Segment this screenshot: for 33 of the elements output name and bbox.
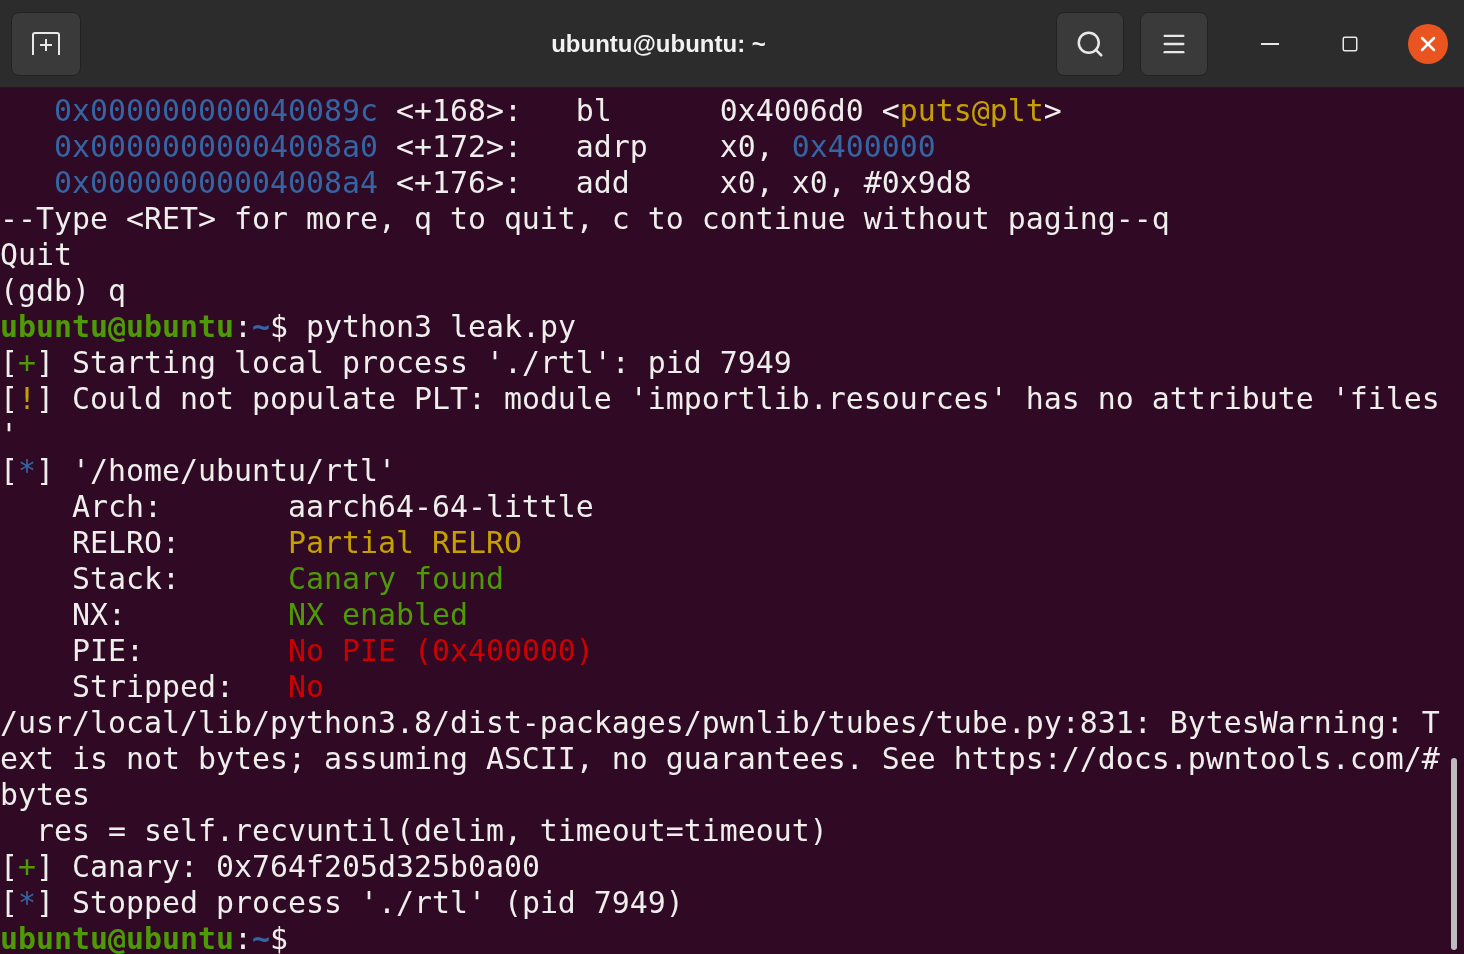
- terminal-line: res = self.recvuntil(delim, timeout=timeout): [35, 813, 828, 849]
- new-tab-icon: [31, 30, 61, 57]
- terminal-line: /usr/local/lib/python3.8/dist-packages/pwnlib/tubes/tube.py:831: BytesWarning: T: [0, 705, 1440, 741]
- terminal-line: (gdb) q: [0, 273, 126, 309]
- terminal-line: bytes: [0, 777, 90, 813]
- minimize-icon: [1261, 42, 1279, 45]
- terminal-line: Arch: aarch64-64-little: [70, 489, 594, 525]
- terminal-line: [+] Canary: 0x764f205d325b0a00: [0, 849, 540, 885]
- terminal-line: ext is not bytes; assuming ASCII, no guarantees. See https://docs.pwntools.com/#: [0, 741, 1440, 777]
- window-title: ubuntu@ubuntu: ~: [551, 28, 766, 59]
- terminal-line: NX: NX enabled: [70, 597, 468, 633]
- terminal-line: RELRO: Partial RELRO: [70, 525, 522, 561]
- menu-button[interactable]: [1140, 11, 1208, 76]
- prompt-line: ubuntu@ubuntu:~$ python3 leak.py: [0, 309, 576, 345]
- terminal-line: PIE: No PIE (0x400000): [70, 633, 594, 669]
- terminal-line: ': [0, 417, 18, 453]
- search-button[interactable]: [1056, 11, 1124, 76]
- maximize-icon: [1341, 34, 1359, 53]
- prompt-line: ubuntu@ubuntu:~$: [0, 921, 288, 954]
- terminal-line: --Type <RET> for more, q to quit, c to continue without paging--q: [0, 201, 1170, 237]
- terminal-line: [*] '/home/ubuntu/rtl': [0, 453, 396, 489]
- terminal-line: 0x00000000004008a0 <+172>: adrp x0, 0x400000: [53, 129, 936, 165]
- terminal-line: 0x00000000004008a4 <+176>: add x0, x0, #0x9d8: [53, 165, 972, 201]
- terminal-line: [*] Stopped process './rtl' (pid 7949): [0, 885, 684, 921]
- terminal-line: 0x000000000040089c <+168>: bl 0x4006d0 <puts@plt>: [53, 93, 1062, 129]
- terminal-line: Stack: Canary found: [70, 561, 504, 597]
- terminal-line: Quit: [0, 237, 72, 273]
- terminal-line: Stripped: No: [70, 669, 324, 705]
- scrollbar-thumb[interactable]: [1451, 758, 1457, 950]
- new-tab-button[interactable]: [11, 11, 81, 76]
- terminal-line: [+] Starting local process './rtl': pid 7949: [0, 345, 792, 381]
- close-button[interactable]: [1408, 23, 1448, 64]
- terminal-line: [!] Could not populate PLT: module 'importlib.resources' has no attribute 'files: [0, 381, 1440, 417]
